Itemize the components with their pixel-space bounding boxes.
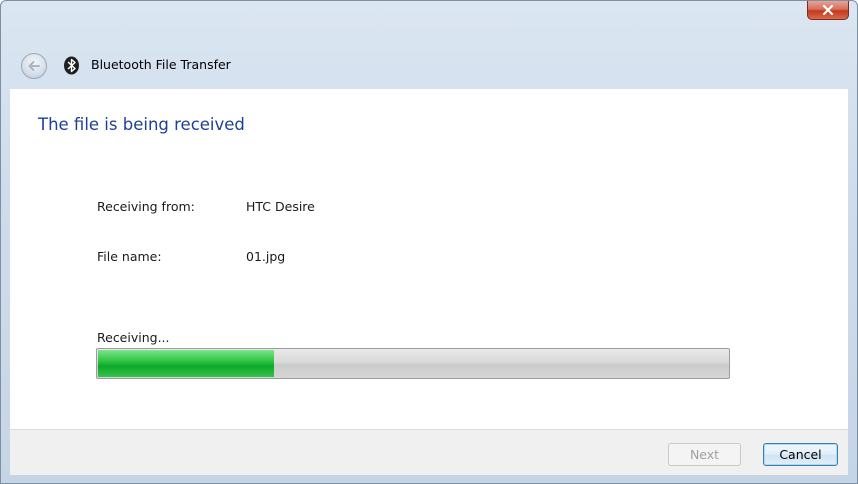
button-bar: Next Cancel [10, 429, 848, 475]
file-name-value: 01.jpg [246, 249, 286, 264]
next-button[interactable]: Next [668, 443, 741, 466]
back-button[interactable] [21, 53, 47, 79]
progress-bar [96, 348, 730, 379]
window-title: Bluetooth File Transfer [91, 57, 231, 72]
file-name-label: File name: [97, 249, 162, 264]
content-area: The file is being received Receiving fro… [10, 89, 848, 429]
receiving-from-value: HTC Desire [246, 199, 315, 214]
progress-label: Receiving... [97, 330, 170, 345]
receiving-from-label: Receiving from: [97, 199, 195, 214]
page-heading: The file is being received [38, 115, 245, 134]
close-button[interactable] [807, 1, 849, 20]
cancel-button[interactable]: Cancel [763, 443, 838, 466]
bluetooth-transfer-window: Bluetooth File Transfer The file is bein… [0, 0, 858, 484]
bluetooth-icon [64, 56, 79, 75]
back-arrow-icon [28, 61, 40, 71]
title-bar: Bluetooth File Transfer [1, 1, 857, 89]
close-icon [822, 5, 834, 15]
progress-fill [98, 350, 275, 377]
